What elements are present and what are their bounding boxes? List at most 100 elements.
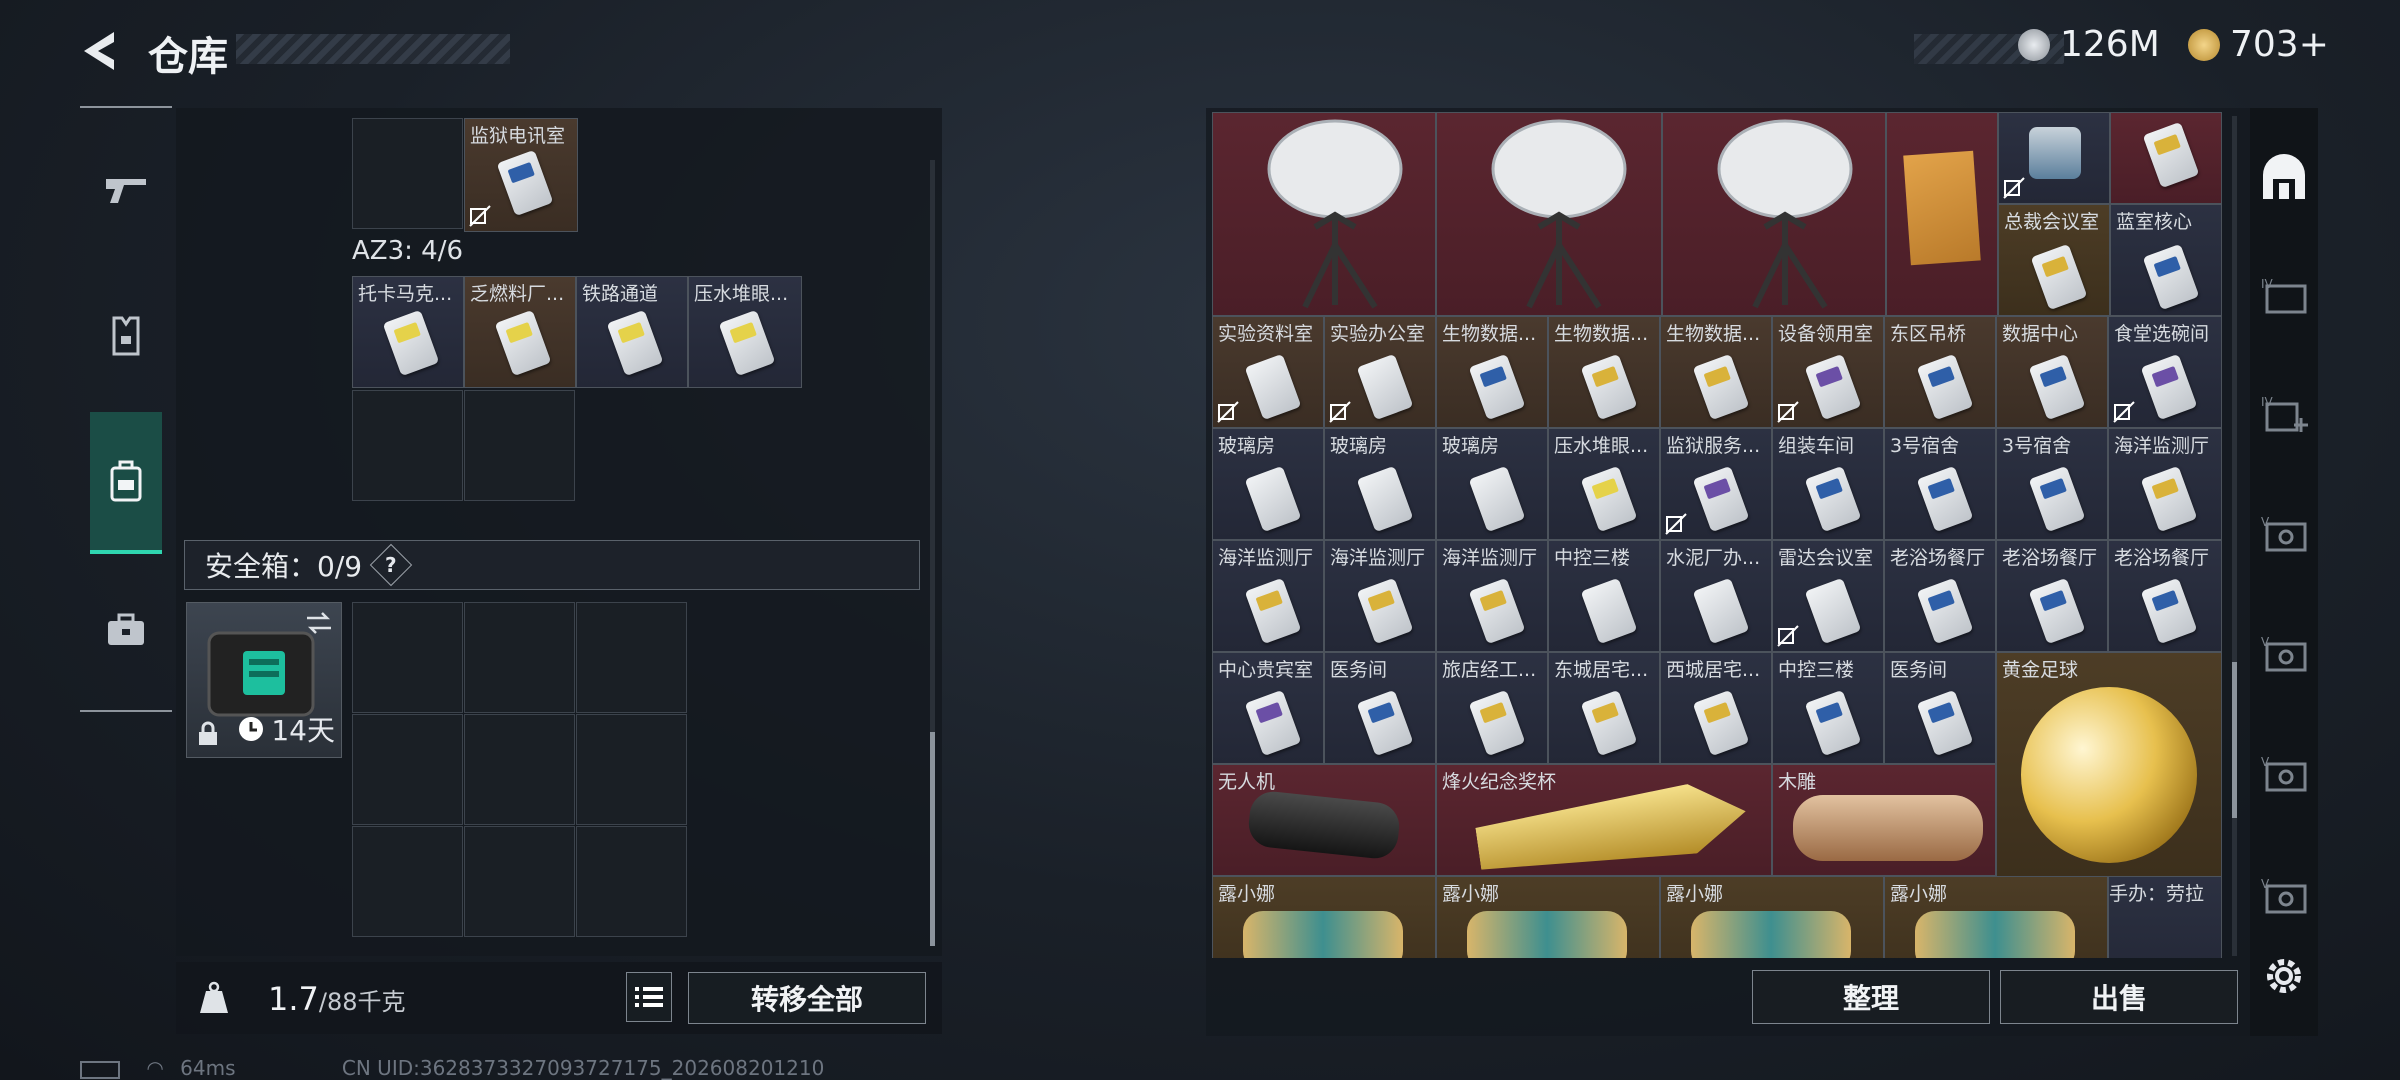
keycard-item[interactable]: 中控三楼 — [1772, 652, 1884, 764]
empty-slot[interactable] — [576, 602, 687, 713]
empty-slot[interactable] — [352, 602, 463, 713]
keycard-item[interactable]: 老浴场餐厅 — [1884, 540, 1996, 652]
empty-slot[interactable] — [464, 602, 575, 713]
list-view-button[interactable] — [626, 972, 672, 1022]
keycard-icon — [2028, 577, 2086, 645]
transfer-all-button[interactable]: 转移全部 — [688, 972, 926, 1024]
keycard-item[interactable]: 玻璃房 — [1436, 428, 1548, 540]
keycard-item[interactable]: 水泥厂办... — [1660, 540, 1772, 652]
keycard-item[interactable]: 医务间 — [1324, 652, 1436, 764]
satellite-dish-item[interactable] — [1436, 112, 1662, 316]
figure-item[interactable]: 露小娜 — [1660, 876, 1884, 958]
keycard-item[interactable]: 3号宿舍 — [1996, 428, 2108, 540]
keycard-item[interactable]: 托卡马克... — [352, 276, 464, 388]
keycard-item[interactable]: 数据中心 — [1996, 316, 2108, 428]
empty-slot[interactable] — [576, 714, 687, 825]
keycard-item[interactable]: 海洋监测厅 — [1212, 540, 1324, 652]
empty-slot[interactable] — [352, 390, 463, 501]
storage-tab-5d[interactable]: V — [2250, 866, 2318, 926]
keycard-item[interactable]: 旅店经工... — [1436, 652, 1548, 764]
keycard-item[interactable]: 海洋监测厅 — [1436, 540, 1548, 652]
keycard-item[interactable]: 组装车间 — [1772, 428, 1884, 540]
keycard-icon — [1244, 577, 1302, 645]
nav-armor[interactable] — [90, 300, 162, 372]
safebox-days: 14天 — [271, 714, 335, 747]
keycard-icon — [2142, 121, 2200, 189]
no-trade-icon — [2003, 177, 2025, 199]
keycard-item[interactable]: 西城居宅... — [1660, 652, 1772, 764]
empty-slot[interactable] — [352, 826, 463, 937]
empty-slot[interactable] — [464, 714, 575, 825]
keycard-item[interactable]: 海洋监测厅 — [1324, 540, 1436, 652]
storage-tab-5a[interactable]: V — [2250, 504, 2318, 564]
golden-football-item[interactable]: 黄金足球 — [1996, 652, 2222, 878]
keycard-item[interactable]: 蓝室核心 — [2110, 204, 2222, 316]
keycard-item[interactable]: 生物数据... — [1436, 316, 1548, 428]
silver-currency[interactable]: 126M — [2018, 24, 2160, 65]
storage-tab-5b[interactable]: V — [2250, 624, 2318, 684]
keycard-item[interactable]: 乏燃料厂... — [464, 276, 576, 388]
sell-button[interactable]: 出售 — [2000, 970, 2238, 1024]
keycard-item[interactable] — [2110, 112, 2222, 204]
figure-item[interactable]: 露小娜 — [1212, 876, 1436, 958]
safebox-container[interactable]: 14天 — [186, 602, 342, 758]
keycard-item[interactable]: 食堂选碗间 — [2108, 316, 2222, 428]
item-label: 无人机 — [1218, 771, 1276, 793]
keycard-item[interactable]: 实验办公室 — [1324, 316, 1436, 428]
empty-slot[interactable] — [464, 826, 575, 937]
keycard-item[interactable]: 设备领用室 — [1772, 316, 1884, 428]
gold-currency[interactable]: 703+ — [2188, 24, 2329, 65]
keycard-item[interactable]: 监狱电讯室 — [464, 118, 578, 232]
nav-backpack[interactable] — [90, 412, 162, 554]
satellite-dish-item[interactable] — [1212, 112, 1436, 316]
empty-slot[interactable] — [464, 390, 575, 501]
keycard-item[interactable]: 监狱服务... — [1660, 428, 1772, 540]
keycard-item[interactable]: 雷达会议室 — [1772, 540, 1884, 652]
keycard-item[interactable]: 玻璃房 — [1212, 428, 1324, 540]
keycard-item[interactable]: 老浴场餐厅 — [1996, 540, 2108, 652]
keycard-item[interactable]: 生物数据... — [1660, 316, 1772, 428]
keycard-item[interactable]: 中心贵宾室 — [1212, 652, 1324, 764]
satellite-dish-item[interactable] — [1662, 112, 1886, 316]
figure-item[interactable]: 手办：劳拉 — [2108, 876, 2222, 958]
help-button[interactable]: ? — [369, 543, 413, 587]
swap-icon[interactable] — [305, 611, 333, 635]
keycard-item[interactable]: 生物数据... — [1548, 316, 1660, 428]
keycard-item[interactable]: 压水堆眼... — [1548, 428, 1660, 540]
keycard-item[interactable]: 总裁会议室 — [1998, 204, 2110, 316]
sort-button[interactable]: 整理 — [1752, 970, 1990, 1024]
weight-icon — [194, 978, 234, 1018]
keycard-item[interactable]: 玻璃房 — [1324, 428, 1436, 540]
keycard-item[interactable]: 3号宿舍 — [1884, 428, 1996, 540]
back-button[interactable] — [78, 28, 124, 74]
figure-icon — [1243, 911, 1403, 958]
warehouse-home-tab[interactable] — [2250, 148, 2318, 208]
empty-slot[interactable] — [352, 118, 463, 229]
storage-tab-5c[interactable]: V — [2250, 744, 2318, 804]
keycard-item[interactable]: 老浴场餐厅 — [2108, 540, 2222, 652]
keycard-item[interactable]: 实验资料室 — [1212, 316, 1324, 428]
settings-button[interactable] — [2250, 946, 2318, 1006]
keycard-item[interactable]: 铁路通道 — [576, 276, 688, 388]
document-folder-item[interactable] — [1886, 112, 1998, 316]
keycard-item[interactable]: 医务间 — [1884, 652, 1996, 764]
nav-case[interactable] — [90, 594, 162, 666]
add-storage-tab[interactable]: IV — [2250, 384, 2318, 444]
keycard-item[interactable]: 东城居宅... — [1548, 652, 1660, 764]
warehouse-tab-4[interactable]: IV — [2250, 266, 2318, 326]
trophy-item[interactable]: 烽火纪念奖杯 — [1436, 764, 1772, 876]
nav-weapons[interactable] — [90, 154, 162, 226]
figure-item[interactable]: 露小娜 — [1436, 876, 1660, 958]
keycard-item[interactable]: 压水堆眼... — [688, 276, 802, 388]
backpack-scrollbar[interactable] — [930, 160, 935, 946]
keycard-item[interactable]: 东区吊桥 — [1884, 316, 1996, 428]
warehouse-scrollbar[interactable] — [2232, 116, 2237, 956]
drone-item[interactable]: 无人机 — [1212, 764, 1436, 876]
wood-carving-item[interactable]: 木雕 — [1772, 764, 1996, 876]
keycard-item[interactable]: 海洋监测厅 — [2108, 428, 2222, 540]
empty-slot[interactable] — [576, 826, 687, 937]
keycard-item[interactable]: 中控三楼 — [1548, 540, 1660, 652]
canister-item[interactable] — [1998, 112, 2110, 204]
figure-item[interactable]: 露小娜 — [1884, 876, 2108, 958]
empty-slot[interactable] — [352, 714, 463, 825]
